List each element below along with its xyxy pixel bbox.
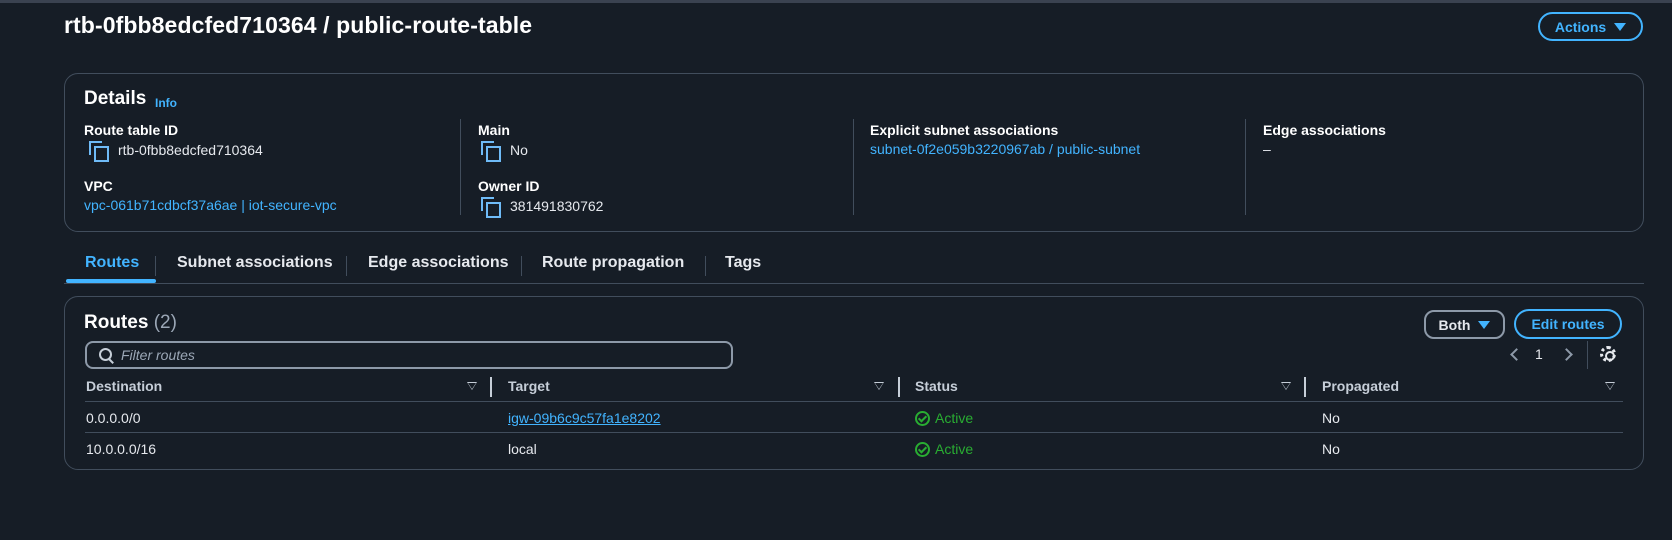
column-header-status[interactable]: Status [915, 378, 958, 394]
copy-icon[interactable] [480, 196, 501, 218]
owner-id-value: 381491830762 [480, 196, 604, 218]
caret-down-icon [1614, 22, 1627, 31]
route-target-link[interactable]: igw-09b6c9c57fa1e8202 [508, 410, 661, 426]
column-resizer[interactable] [490, 377, 492, 397]
filter-routes-field[interactable] [85, 341, 733, 369]
route-status: Active [915, 441, 973, 457]
tab-route-propagation[interactable]: Route propagation [542, 254, 684, 272]
tab-edge-associations[interactable]: Edge associations [368, 254, 509, 272]
vpc-link[interactable]: vpc-061b71cdbcf37a6ae | iot-secure-vpc [84, 197, 337, 213]
tab-separator [155, 256, 156, 276]
route-status-text: Active [935, 410, 974, 426]
details-divider [1245, 119, 1246, 215]
vpc-label: VPC [84, 178, 113, 194]
main-text: No [510, 142, 528, 158]
route-propagated: No [1322, 410, 1340, 426]
edit-routes-button[interactable]: Edit routes [1514, 309, 1622, 339]
main-value: No [480, 140, 528, 162]
route-table-id-text: rtb-0fbb8edcfed710364 [118, 142, 263, 158]
active-tab-indicator [66, 279, 156, 283]
route-table-id-value: rtb-0fbb8edcfed710364 [88, 140, 263, 162]
check-circle-icon [915, 441, 930, 457]
table-divider [85, 401, 1623, 402]
route-destination: 10.0.0.0/16 [86, 441, 157, 457]
actions-button[interactable]: Actions [1538, 12, 1643, 41]
column-header-destination[interactable]: Destination [86, 378, 162, 394]
filter-routes-input[interactable] [121, 347, 681, 363]
edge-associations-label: Edge associations [1263, 122, 1386, 138]
main-label: Main [478, 122, 510, 138]
column-resizer[interactable] [1304, 377, 1306, 397]
sort-icon[interactable] [1605, 382, 1615, 390]
tab-separator [521, 256, 522, 276]
routes-heading: Routes (2) [84, 312, 177, 334]
owner-id-label: Owner ID [478, 178, 540, 194]
tab-tags[interactable]: Tags [725, 254, 761, 272]
actions-button-label: Actions [1554, 18, 1607, 35]
route-status: Active [915, 410, 973, 426]
page-title: rtb-0fbb8edcfed710364 / public-route-tab… [64, 12, 533, 38]
gear-icon[interactable] [1600, 346, 1616, 362]
tab-bar: Routes Subnet associations Edge associat… [64, 250, 1644, 284]
routes-count: (2) [153, 312, 177, 333]
info-link[interactable]: Info [155, 96, 177, 110]
route-propagated: No [1322, 441, 1340, 457]
route-status-text: Active [935, 441, 974, 457]
routes-heading-text: Routes [84, 312, 149, 333]
route-target: local [508, 441, 537, 457]
table-divider [85, 432, 1623, 433]
edge-associations-value: – [1263, 141, 1271, 157]
tab-subnet-associations[interactable]: Subnet associations [177, 254, 333, 272]
top-border [0, 0, 1672, 3]
route-destination: 0.0.0.0/0 [86, 410, 141, 426]
copy-icon[interactable] [88, 140, 109, 162]
search-icon [99, 348, 113, 362]
sort-icon[interactable] [874, 382, 884, 390]
copy-icon[interactable] [480, 140, 501, 162]
column-header-propagated[interactable]: Propagated [1322, 378, 1399, 394]
details-divider [853, 119, 854, 215]
pager-divider [1587, 341, 1588, 369]
explicit-subnet-link[interactable]: subnet-0f2e059b3220967ab / public-subnet [870, 141, 1140, 157]
sort-icon[interactable] [1281, 382, 1291, 390]
explicit-subnet-label: Explicit subnet associations [870, 122, 1059, 138]
column-header-target[interactable]: Target [508, 378, 550, 394]
routes-panel [64, 296, 1644, 470]
page-number[interactable]: 1 [1535, 346, 1543, 362]
caret-down-icon [1478, 320, 1491, 329]
both-dropdown-label: Both [1438, 316, 1471, 333]
details-heading: Details [84, 88, 147, 109]
tab-routes[interactable]: Routes [85, 254, 139, 272]
tab-separator [346, 256, 347, 276]
details-divider [460, 119, 461, 215]
both-dropdown[interactable]: Both [1424, 310, 1505, 339]
route-table-id-label: Route table ID [84, 122, 179, 138]
sort-icon[interactable] [467, 382, 477, 390]
owner-id-text: 381491830762 [510, 198, 604, 214]
column-resizer[interactable] [898, 377, 900, 397]
tab-separator [705, 256, 706, 276]
check-circle-icon [915, 410, 930, 426]
